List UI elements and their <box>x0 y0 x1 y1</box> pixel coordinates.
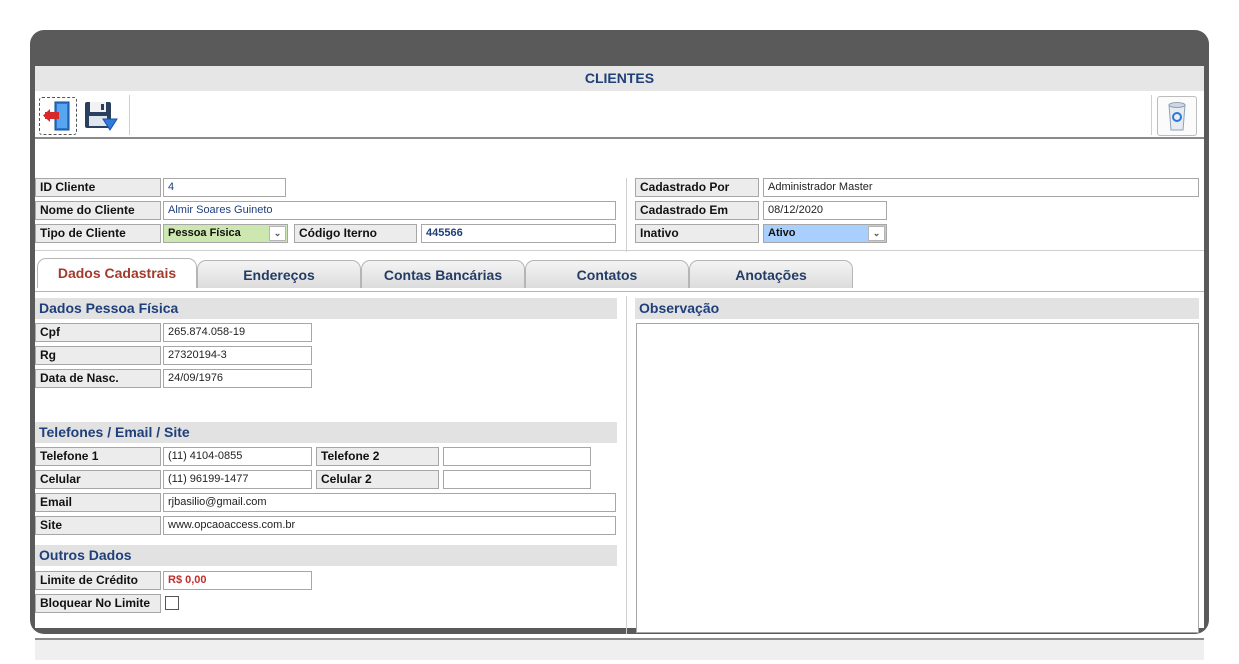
bloquear-limite-label: Bloquear No Limite <box>35 594 161 613</box>
celular-field[interactable]: (11) 96199-1477 <box>163 470 312 489</box>
nome-cliente-label: Nome do Cliente <box>35 201 161 220</box>
chevron-down-icon[interactable]: ⌄ <box>269 226 286 241</box>
window-title: CLIENTES <box>35 66 1204 91</box>
nome-cliente-field[interactable]: Almir Soares Guineto <box>163 201 616 220</box>
cpf-field[interactable]: 265.874.058-19 <box>163 323 312 342</box>
tab-anotacoes[interactable]: Anotações <box>689 260 853 288</box>
site-field[interactable]: www.opcaoaccess.com.br <box>163 516 616 535</box>
celular2-label: Celular 2 <box>316 470 439 489</box>
toolbar <box>35 91 1204 139</box>
data-nascimento-label: Data de Nasc. <box>35 369 161 388</box>
rg-field[interactable]: 27320194-3 <box>163 346 312 365</box>
inativo-select[interactable]: Ativo ⌄ <box>763 224 887 243</box>
celular-label: Celular <box>35 470 161 489</box>
limite-credito-field[interactable]: R$ 0,00 <box>163 571 312 590</box>
section-observacao: Observação <box>635 298 1199 319</box>
data-nascimento-field[interactable]: 24/09/1976 <box>163 369 312 388</box>
app-window: CLIENTES ID Cliente 4 Nome do Cliente Al… <box>30 30 1209 660</box>
exit-door-icon <box>43 101 70 131</box>
tab-contatos[interactable]: Contatos <box>525 260 689 288</box>
window-content: CLIENTES ID Cliente 4 Nome do Cliente Al… <box>35 66 1204 660</box>
site-label: Site <box>35 516 161 535</box>
cadastrado-em-label: Cadastrado Em <box>635 201 759 220</box>
section-telefones-email-site: Telefones / Email / Site <box>35 422 617 443</box>
tab-baseline <box>35 291 1204 292</box>
id-cliente-field[interactable]: 4 <box>163 178 286 197</box>
toolbar-separator <box>129 95 130 135</box>
cadastrado-em-field[interactable]: 08/12/2020 <box>763 201 887 220</box>
exit-button[interactable] <box>39 97 77 135</box>
header-divider <box>35 250 1204 251</box>
save-button[interactable] <box>81 97 119 135</box>
inativo-label: Inativo <box>635 224 759 243</box>
recycle-bin-icon <box>1168 102 1186 131</box>
tipo-cliente-select[interactable]: Pessoa Física ⌄ <box>163 224 288 243</box>
rg-label: Rg <box>35 346 161 365</box>
codigo-interno-label: Código Iterno <box>294 224 417 243</box>
id-cliente-label: ID Cliente <box>35 178 161 197</box>
tab-bar: Dados Cadastrais Endereços Contas Bancár… <box>35 258 1204 290</box>
status-bar <box>35 640 1204 660</box>
inativo-value: Ativo <box>768 227 796 239</box>
section-dados-pessoa-fisica: Dados Pessoa Física <box>35 298 617 319</box>
telefone2-label: Telefone 2 <box>316 447 439 466</box>
tab-enderecos[interactable]: Endereços <box>197 260 361 288</box>
tab-dados-cadastrais[interactable]: Dados Cadastrais <box>37 258 197 288</box>
panel-separator <box>626 296 627 634</box>
section-outros-dados: Outros Dados <box>35 545 617 566</box>
tipo-cliente-label: Tipo de Cliente <box>35 224 161 243</box>
header-separator <box>626 178 627 252</box>
observacao-textarea[interactable] <box>636 323 1199 633</box>
toolbar-separator <box>1151 95 1152 135</box>
telefone1-field[interactable]: (11) 4104-0855 <box>163 447 312 466</box>
cadastrado-por-label: Cadastrado Por <box>635 178 759 197</box>
limite-credito-label: Limite de Crédito <box>35 571 161 590</box>
email-field[interactable]: rjbasilio@gmail.com <box>163 493 616 512</box>
telefone2-field[interactable] <box>443 447 591 466</box>
save-disk-icon <box>85 102 118 131</box>
email-label: Email <box>35 493 161 512</box>
tab-contas-bancarias[interactable]: Contas Bancárias <box>361 260 525 288</box>
tipo-cliente-value: Pessoa Física <box>168 227 241 239</box>
telefone1-label: Telefone 1 <box>35 447 161 466</box>
codigo-interno-field[interactable]: 445566 <box>421 224 616 243</box>
recycle-bin-button[interactable] <box>1157 96 1197 136</box>
cpf-label: Cpf <box>35 323 161 342</box>
chevron-down-icon[interactable]: ⌄ <box>868 226 885 241</box>
cadastrado-por-field[interactable]: Administrador Master <box>763 178 1199 197</box>
celular2-field[interactable] <box>443 470 591 489</box>
bloquear-limite-checkbox[interactable] <box>165 596 179 610</box>
